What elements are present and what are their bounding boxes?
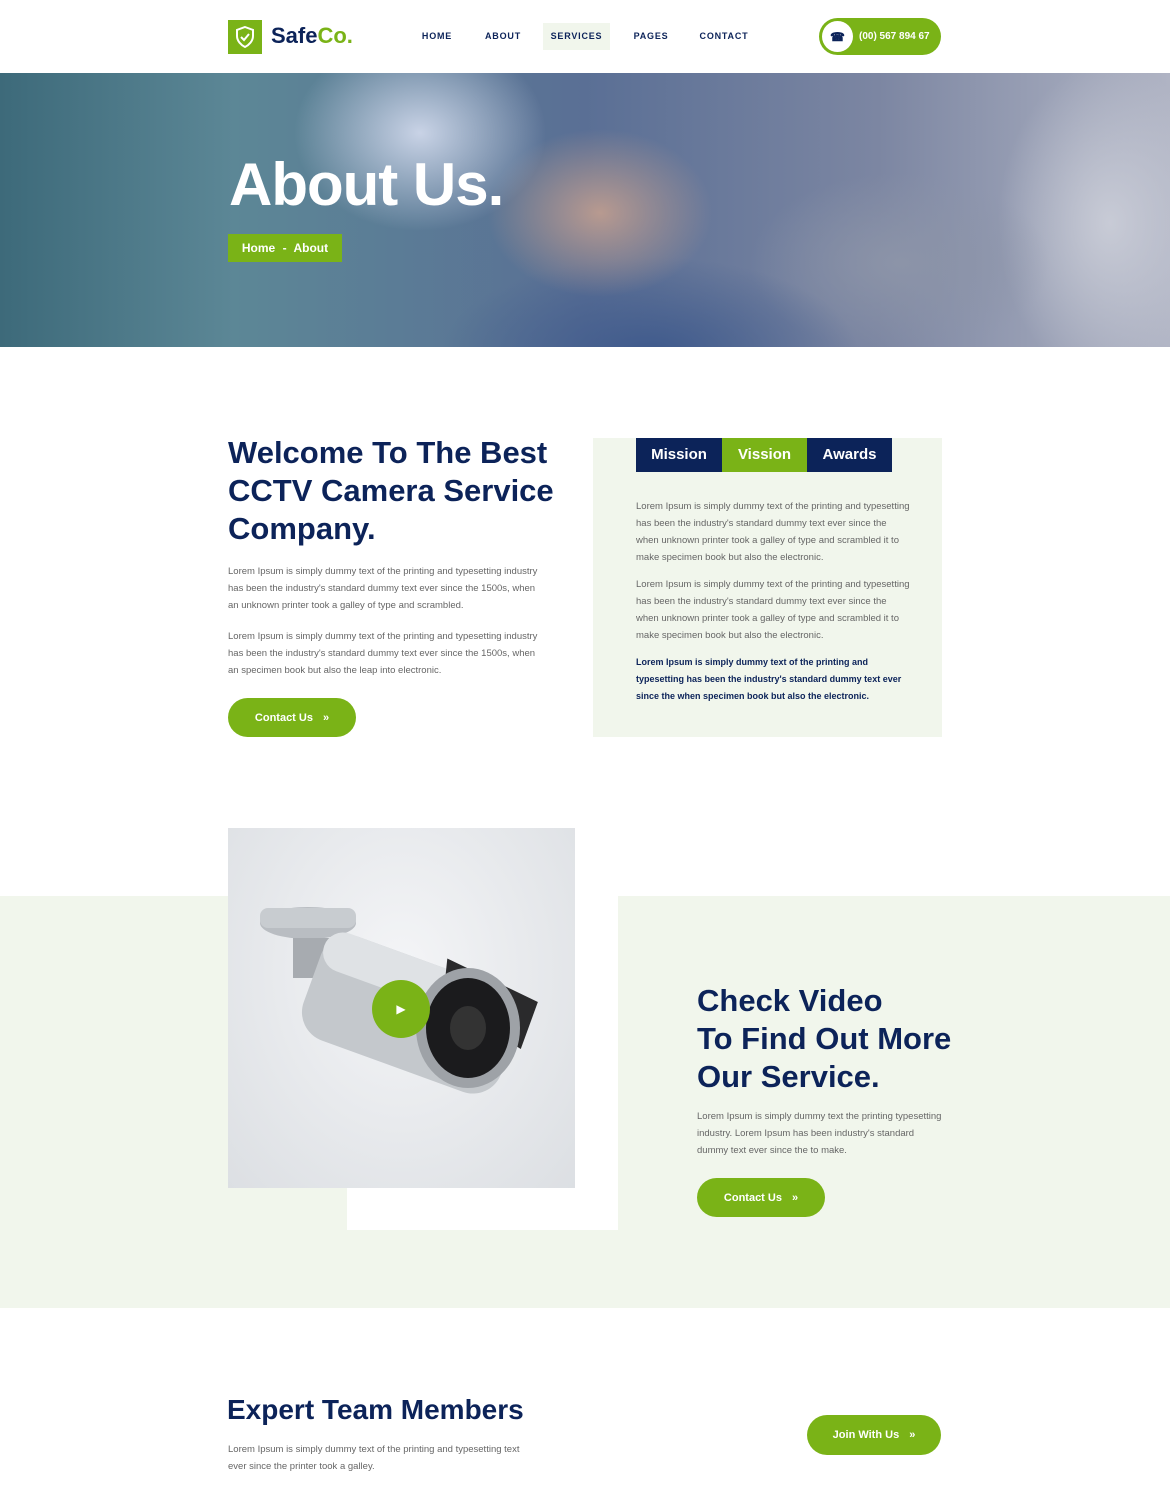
double-chevron-right-icon: » [322, 711, 330, 724]
welcome-heading: Welcome To The Best CCTV Camera Service … [228, 434, 568, 548]
nav-pages[interactable]: PAGES [627, 23, 675, 50]
video-contact-us-button[interactable]: Contact Us » [697, 1178, 825, 1217]
phone-button[interactable]: ☎ (00) 567 894 67 [819, 18, 941, 55]
breadcrumb-separator: - [282, 241, 287, 255]
tab-awards[interactable]: Awards [807, 438, 892, 472]
heading-line: To Find Out More [697, 1021, 952, 1056]
double-chevron-right-icon: » [791, 1191, 799, 1204]
heading-line: Check Video [697, 983, 883, 1018]
phone-number: (00) 567 894 67 [859, 31, 930, 42]
shield-logo-icon[interactable] [228, 20, 262, 54]
play-video-button[interactable]: ▶ [372, 980, 430, 1038]
hero-banner-image [0, 73, 1170, 347]
welcome-paragraph: Lorem Ipsum is simply dummy text of the … [228, 631, 538, 676]
breadcrumb-current: About [293, 241, 329, 255]
heading-line: Our Service. [697, 1059, 880, 1094]
nav-about[interactable]: ABOUT [478, 23, 528, 50]
button-label: Join With Us [832, 1429, 900, 1441]
video-paragraph: Lorem Ipsum is simply dummy text the pri… [697, 1111, 942, 1156]
nav-home[interactable]: HOME [414, 23, 460, 50]
page-title: About Us. [229, 151, 504, 218]
join-with-us-button[interactable]: Join With Us » [807, 1415, 941, 1455]
logo-text[interactable]: SafeCo. [271, 23, 353, 49]
tab-vission[interactable]: Vission [722, 438, 807, 472]
nav-contact[interactable]: CONTACT [694, 23, 754, 50]
video-heading: Check Video To Find Out More Our Service… [697, 982, 957, 1096]
play-icon: ▶ [396, 1002, 406, 1016]
heading-line: CCTV Camera Service [228, 473, 554, 508]
logo-main: Safe [271, 23, 318, 48]
heading-line: Welcome To The Best [228, 435, 548, 470]
logo-accent: Co. [317, 23, 353, 48]
heading-line: Company. [228, 511, 376, 546]
breadcrumb-home[interactable]: Home [242, 241, 275, 255]
phone-icon: ☎ [822, 21, 853, 52]
tab-paragraph: Lorem Ipsum is simply dummy text of the … [636, 501, 910, 563]
button-label: Contact Us [254, 711, 313, 724]
tab-bold-paragraph: Lorem Ipsum is simply dummy text of the … [636, 657, 902, 701]
nav-services[interactable]: SERVICES [543, 23, 610, 50]
contact-us-button[interactable]: Contact Us » [228, 698, 356, 737]
welcome-paragraph: Lorem Ipsum is simply dummy text of the … [228, 566, 538, 611]
button-label: Contact Us [723, 1191, 782, 1204]
team-heading: Expert Team Members [227, 1394, 524, 1425]
team-paragraph: Lorem Ipsum is simply dummy text of the … [228, 1444, 520, 1472]
breadcrumb: Home - About [228, 234, 342, 262]
double-chevron-right-icon: » [909, 1429, 916, 1441]
tab-paragraph: Lorem Ipsum is simply dummy text of the … [636, 579, 910, 641]
tab-mission[interactable]: Mission [636, 438, 722, 472]
